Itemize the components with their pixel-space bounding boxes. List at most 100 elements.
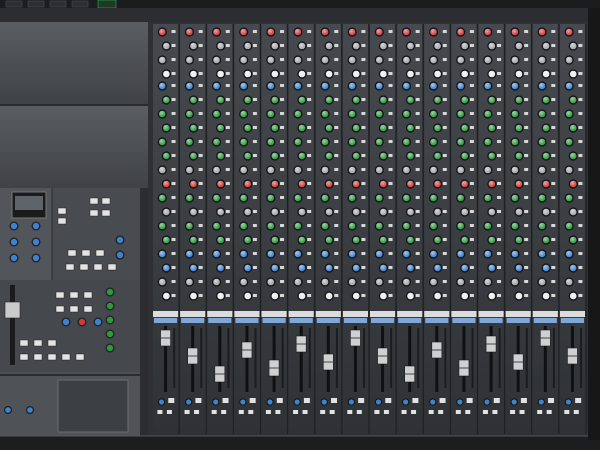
knob-highlight bbox=[569, 292, 577, 300]
switch bbox=[548, 398, 555, 403]
switch bbox=[551, 44, 556, 47]
switch bbox=[442, 168, 447, 171]
knob-highlight bbox=[244, 264, 252, 272]
knob-highlight bbox=[538, 56, 546, 64]
switch bbox=[455, 410, 461, 414]
knob-highlight bbox=[457, 278, 464, 286]
scribble-strip bbox=[451, 311, 477, 317]
switch bbox=[280, 280, 285, 283]
knob-highlight bbox=[271, 42, 279, 50]
knob-highlight bbox=[430, 194, 437, 202]
switch bbox=[334, 238, 339, 241]
switch bbox=[578, 140, 583, 143]
switch bbox=[280, 126, 285, 129]
knob-highlight bbox=[271, 208, 279, 216]
knob-highlight bbox=[271, 180, 279, 188]
knob-highlight bbox=[484, 56, 492, 64]
switch bbox=[383, 410, 389, 414]
knob-highlight bbox=[217, 96, 224, 104]
scribble-strip bbox=[342, 311, 368, 317]
master-knob-cap bbox=[94, 318, 102, 326]
knob-highlight bbox=[217, 152, 224, 160]
knob-highlight bbox=[542, 70, 550, 78]
switch bbox=[252, 280, 257, 283]
switch bbox=[442, 140, 447, 143]
switch bbox=[225, 72, 230, 75]
switch bbox=[280, 44, 285, 47]
switch bbox=[252, 112, 257, 115]
knob-highlight bbox=[380, 96, 387, 104]
switch bbox=[493, 398, 500, 403]
switch bbox=[388, 58, 393, 61]
knob-highlight bbox=[565, 110, 573, 118]
master-button bbox=[65, 263, 75, 271]
switch bbox=[524, 266, 529, 269]
knob-highlight bbox=[352, 208, 360, 216]
channel-strip bbox=[505, 24, 533, 434]
knob-highlight bbox=[407, 208, 414, 216]
switch bbox=[171, 182, 176, 185]
master-knob-cap bbox=[116, 236, 124, 244]
switch bbox=[334, 58, 339, 61]
switch bbox=[497, 196, 502, 199]
knob-highlight bbox=[321, 56, 329, 64]
switch bbox=[415, 224, 420, 227]
knob-highlight bbox=[325, 180, 333, 188]
knob-highlight bbox=[434, 42, 441, 50]
switch bbox=[252, 30, 257, 33]
switch bbox=[510, 410, 516, 414]
switch bbox=[238, 410, 244, 414]
switch bbox=[356, 410, 362, 414]
knob-highlight bbox=[380, 292, 387, 300]
switch bbox=[225, 84, 230, 87]
knob-highlight bbox=[159, 28, 166, 36]
master-button bbox=[55, 305, 65, 313]
master-button bbox=[69, 305, 79, 313]
knob-cap bbox=[186, 399, 192, 405]
knob-highlight bbox=[271, 96, 279, 104]
channel-strip bbox=[261, 24, 289, 434]
switch bbox=[307, 140, 312, 143]
switch bbox=[222, 398, 229, 403]
switch bbox=[171, 252, 176, 255]
channel-strip bbox=[478, 24, 506, 434]
master-button bbox=[67, 249, 77, 257]
master-knob-cap bbox=[10, 254, 18, 262]
knob-highlight bbox=[294, 250, 302, 258]
switch bbox=[524, 84, 529, 87]
switch bbox=[171, 210, 176, 213]
switch bbox=[347, 410, 353, 414]
switch bbox=[307, 112, 312, 115]
master-button bbox=[95, 249, 105, 257]
switch bbox=[307, 98, 312, 101]
master-button bbox=[69, 291, 79, 299]
knob-highlight bbox=[569, 208, 577, 216]
knob-highlight bbox=[244, 180, 252, 188]
switch bbox=[307, 58, 312, 61]
switch bbox=[194, 410, 200, 414]
knob-highlight bbox=[352, 96, 360, 104]
switch bbox=[578, 98, 583, 101]
knob-highlight bbox=[348, 56, 356, 64]
switch bbox=[442, 252, 447, 255]
switch bbox=[307, 72, 312, 75]
switch bbox=[442, 294, 447, 297]
switch bbox=[225, 112, 230, 115]
switch bbox=[225, 238, 230, 241]
switch bbox=[280, 294, 285, 297]
knob-highlight bbox=[294, 56, 302, 64]
knob-highlight bbox=[434, 96, 441, 104]
scribble-strip bbox=[424, 311, 450, 317]
switch bbox=[171, 30, 176, 33]
knob-highlight bbox=[484, 278, 492, 286]
knob-highlight bbox=[325, 208, 333, 216]
knob-highlight bbox=[186, 28, 193, 36]
switch bbox=[524, 238, 529, 241]
knob-cap bbox=[403, 399, 409, 405]
switch bbox=[551, 154, 556, 157]
knob-highlight bbox=[190, 208, 197, 216]
switch bbox=[361, 168, 366, 171]
knob-highlight bbox=[569, 124, 577, 132]
switch bbox=[551, 196, 556, 199]
master-fader-cap bbox=[4, 301, 21, 319]
